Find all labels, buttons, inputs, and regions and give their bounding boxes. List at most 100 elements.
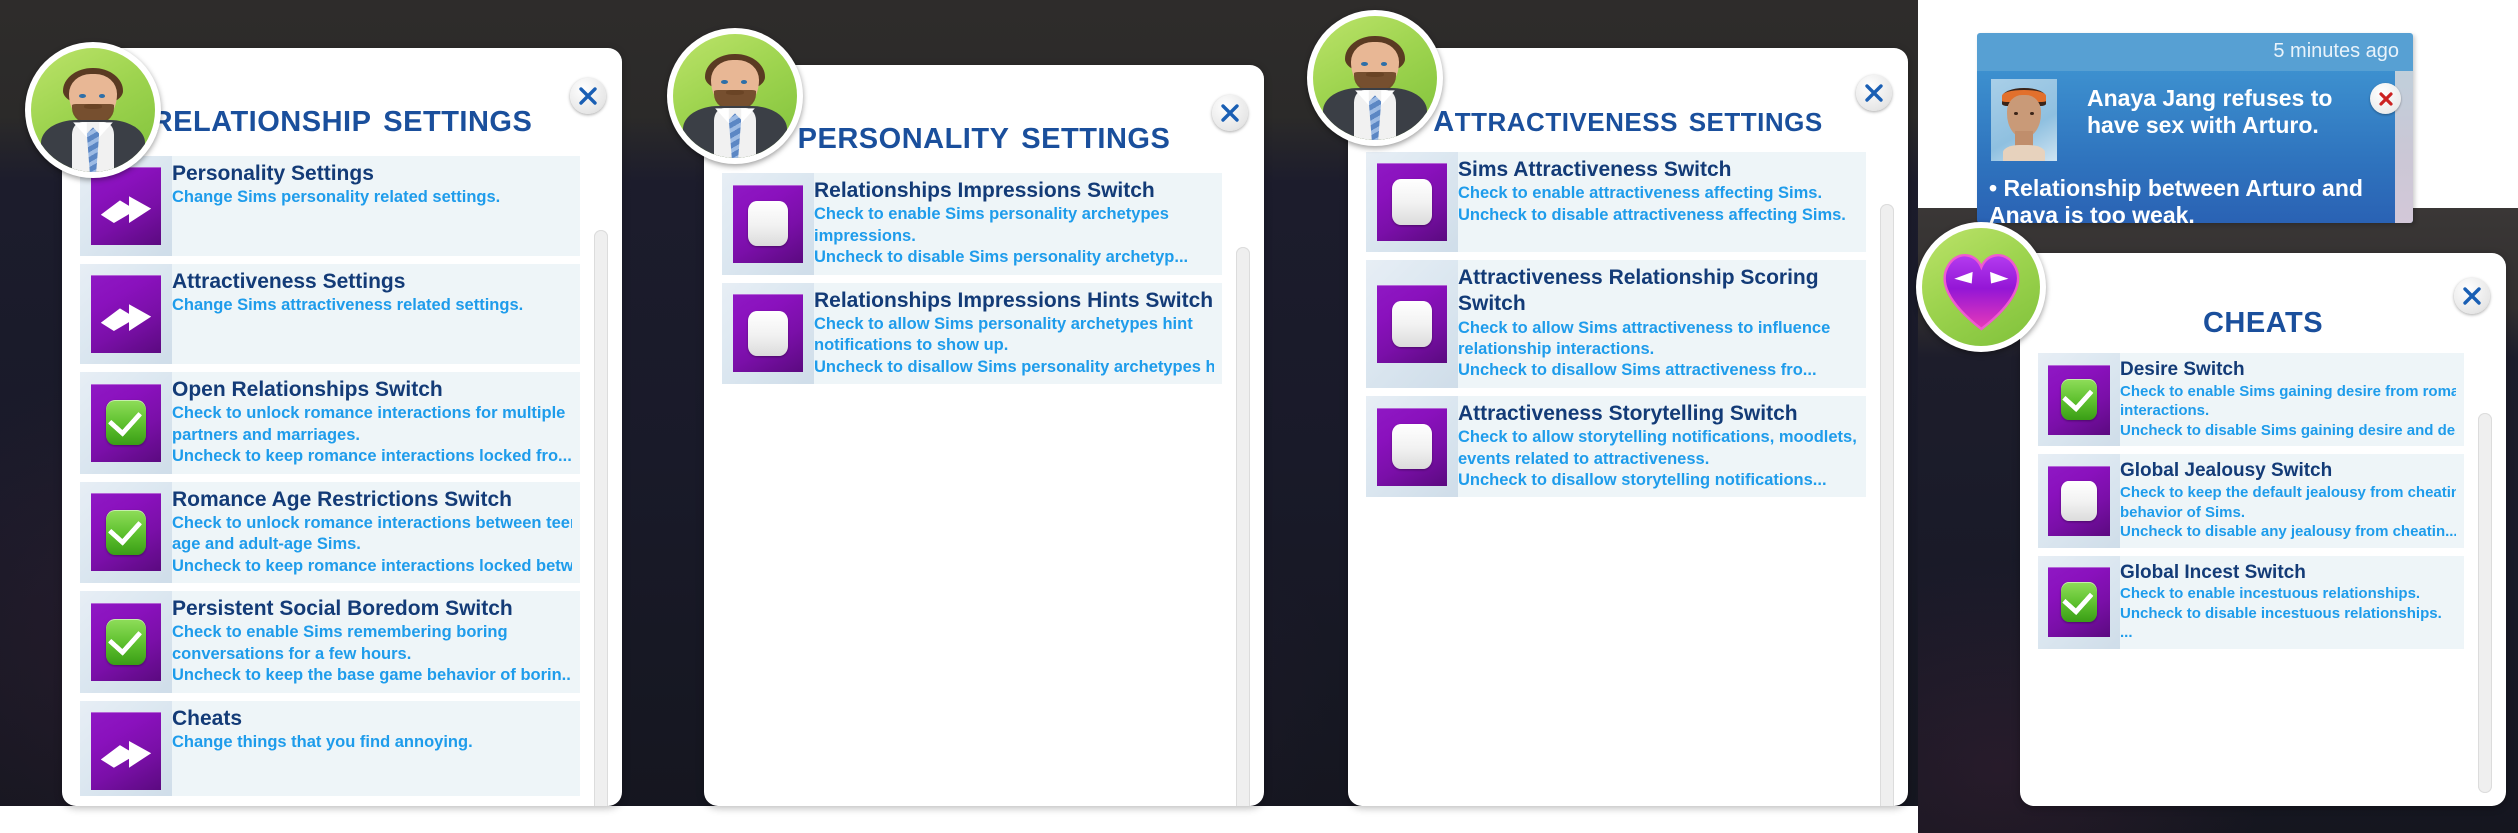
- settings-list[interactable]: Sims Attractiveness Switch Check to enabl…: [1366, 152, 1866, 796]
- row-title: Sims Attractiveness Switch: [1458, 158, 1732, 181]
- settings-row[interactable]: Global Incest Switch Check to enable ince…: [2038, 555, 2464, 649]
- row-text: Global Incest Switch Check to enable ince…: [2120, 556, 2464, 649]
- row-description: Check to keep the default jealousy from …: [2120, 483, 2456, 542]
- checkbox-unchecked-icon[interactable]: [1377, 407, 1447, 486]
- window-personality-settings[interactable]: Personality Settings Relationships Impre…: [704, 65, 1264, 806]
- row-icon-frame: [722, 282, 814, 385]
- row-icon-frame: [80, 372, 172, 474]
- avatar[interactable]: [1307, 10, 1443, 146]
- settings-row[interactable]: Relationships Impressions Switch Check to…: [722, 173, 1222, 275]
- window-attractiveness-settings[interactable]: Attractiveness Settings Sims Attractiven…: [1348, 48, 1908, 806]
- checkbox[interactable]: [2061, 480, 2097, 522]
- settings-row[interactable]: Open Relationships Switch Check to unlock…: [80, 372, 580, 474]
- settings-row[interactable]: Cheats Change things that you find annoyi…: [80, 700, 580, 796]
- window-cheats[interactable]: Cheats Desire Switch Check to enable Sims…: [2020, 253, 2506, 806]
- checkbox-unchecked-icon[interactable]: [1377, 284, 1447, 363]
- row-description-line: Check to enable attractiveness affecting…: [1458, 184, 1823, 203]
- row-title: Relationships Impressions Hints Switch: [814, 288, 1214, 312]
- scrollbar-track[interactable]: [594, 230, 608, 806]
- sim-face-thumbnail-icon: [1991, 79, 2057, 161]
- checkbox[interactable]: [1391, 301, 1433, 347]
- settings-row[interactable]: Global Jealousy Switch Check to keep the …: [2038, 454, 2464, 548]
- settings-list[interactable]: Desire Switch Check to enable Sims gainin…: [2038, 353, 2464, 796]
- row-description-line: conversations for a few hours.: [172, 644, 412, 663]
- row-description-line: age and adult-age Sims.: [172, 535, 361, 554]
- sim-portrait-icon: [673, 34, 797, 158]
- checkbox-checked-icon[interactable]: [2048, 364, 2110, 435]
- checkbox-unchecked-icon[interactable]: [733, 184, 803, 263]
- row-description-line: relationship interactions.: [1458, 339, 1655, 358]
- settings-row[interactable]: Sims Attractiveness Switch Check to enabl…: [1366, 152, 1866, 252]
- settings-list[interactable]: Personality Settings Change Sims personal…: [80, 156, 580, 796]
- scrollbar-thumb[interactable]: [594, 230, 608, 806]
- row-description-line: Uncheck to disallow storytelling notific…: [1458, 470, 1827, 489]
- row-text: Cheats Change things that you find annoyi…: [172, 701, 580, 796]
- row-title: Romance Age Restrictions Switch: [172, 487, 512, 511]
- arrow-icon[interactable]: [91, 167, 161, 245]
- checkbox[interactable]: [1391, 179, 1433, 225]
- settings-list[interactable]: Relationships Impressions Switch Check to…: [722, 173, 1222, 796]
- row-icon-frame: [722, 173, 814, 275]
- row-text: Sims Attractiveness Switch Check to enabl…: [1458, 152, 1866, 252]
- scrollbar-thumb[interactable]: [2478, 413, 2492, 793]
- row-title: Relationships Impressions Switch: [814, 179, 1155, 202]
- scrollbar-track[interactable]: [1236, 247, 1250, 806]
- checkbox[interactable]: [1391, 423, 1433, 470]
- row-description: Check to enable Sims remembering boring c…: [172, 622, 572, 686]
- row-description: Change things that you find annoying.: [172, 732, 572, 753]
- notification-toast[interactable]: 5 minutes ago Anaya Jang refuses to have…: [1977, 33, 2413, 223]
- notification-detail: • Relationship between Arturo and Anaya …: [1989, 175, 2363, 223]
- checkbox-checked-icon[interactable]: [91, 602, 161, 681]
- row-description-line: behavior of Sims.: [2120, 503, 2246, 521]
- row-icon-frame: [1366, 152, 1458, 252]
- close-icon[interactable]: [570, 78, 606, 114]
- checkbox-checked-icon[interactable]: [91, 493, 161, 572]
- checkbox-unchecked-icon[interactable]: [1377, 163, 1447, 241]
- row-description-line: Uncheck to keep romance interactions loc…: [172, 556, 572, 575]
- row-title: Attractiveness Relationship Scoring Swit…: [1458, 266, 1819, 316]
- avatar[interactable]: [25, 42, 161, 178]
- scrollbar-track[interactable]: [1880, 204, 1894, 806]
- checkbox[interactable]: [2061, 581, 2097, 623]
- row-description-line: impressions.: [814, 226, 916, 245]
- settings-row[interactable]: Relationships Impressions Hints Switch Ch…: [722, 282, 1222, 385]
- row-title: Global Incest Switch: [2120, 561, 2306, 583]
- row-description: Check to allow storytelling notification…: [1458, 427, 1858, 491]
- settings-row[interactable]: Attractiveness Relationship Scoring Swit…: [1366, 260, 1866, 388]
- settings-row[interactable]: Personality Settings Change Sims personal…: [80, 156, 580, 256]
- close-icon[interactable]: [2370, 83, 2401, 114]
- row-description: Change Sims personality related settings…: [172, 187, 572, 208]
- checkbox[interactable]: [105, 509, 147, 555]
- row-icon-frame: [80, 481, 172, 584]
- close-icon[interactable]: [2454, 278, 2490, 314]
- row-text: Attractiveness Relationship Scoring Swit…: [1458, 260, 1866, 388]
- row-text: Relationships Impressions Hints Switch Ch…: [814, 283, 1222, 385]
- row-description-line: Uncheck to disallow Sims attractiveness …: [1458, 361, 1817, 380]
- arrow-icon[interactable]: [91, 275, 161, 353]
- checkbox-unchecked-icon[interactable]: [2048, 465, 2110, 536]
- checkbox[interactable]: [105, 400, 147, 446]
- row-description-line: Uncheck to disable any jealousy from che…: [2120, 523, 2456, 540]
- avatar[interactable]: [1916, 222, 2046, 352]
- checkbox-checked-icon[interactable]: [91, 383, 161, 462]
- checkbox[interactable]: [747, 310, 789, 356]
- settings-row[interactable]: Persistent Social Boredom Switch Check to…: [80, 591, 580, 693]
- arrow-icon[interactable]: [91, 711, 161, 790]
- checkbox-checked-icon[interactable]: [2048, 567, 2110, 638]
- settings-row[interactable]: Attractiveness Settings Change Sims attra…: [80, 264, 580, 364]
- checkbox-unchecked-icon[interactable]: [733, 294, 803, 373]
- avatar[interactable]: [667, 28, 803, 164]
- checkbox[interactable]: [747, 201, 789, 247]
- close-icon[interactable]: [1856, 75, 1892, 111]
- checkbox[interactable]: [2061, 379, 2097, 420]
- settings-row[interactable]: Romance Age Restrictions Switch Check to …: [80, 481, 580, 584]
- close-icon[interactable]: [1212, 95, 1248, 131]
- checkbox[interactable]: [105, 619, 147, 665]
- settings-row[interactable]: Attractiveness Storytelling Switch Check …: [1366, 395, 1866, 498]
- settings-row[interactable]: Desire Switch Check to enable Sims gainin…: [2038, 353, 2464, 447]
- scrollbar-thumb[interactable]: [1236, 247, 1250, 806]
- scrollbar-thumb[interactable]: [1880, 204, 1894, 806]
- row-description-line: Check to enable incestuous relationships…: [2120, 585, 2421, 603]
- row-description: Check to enable Sims personality archety…: [814, 204, 1214, 268]
- scrollbar-track[interactable]: [2478, 413, 2492, 793]
